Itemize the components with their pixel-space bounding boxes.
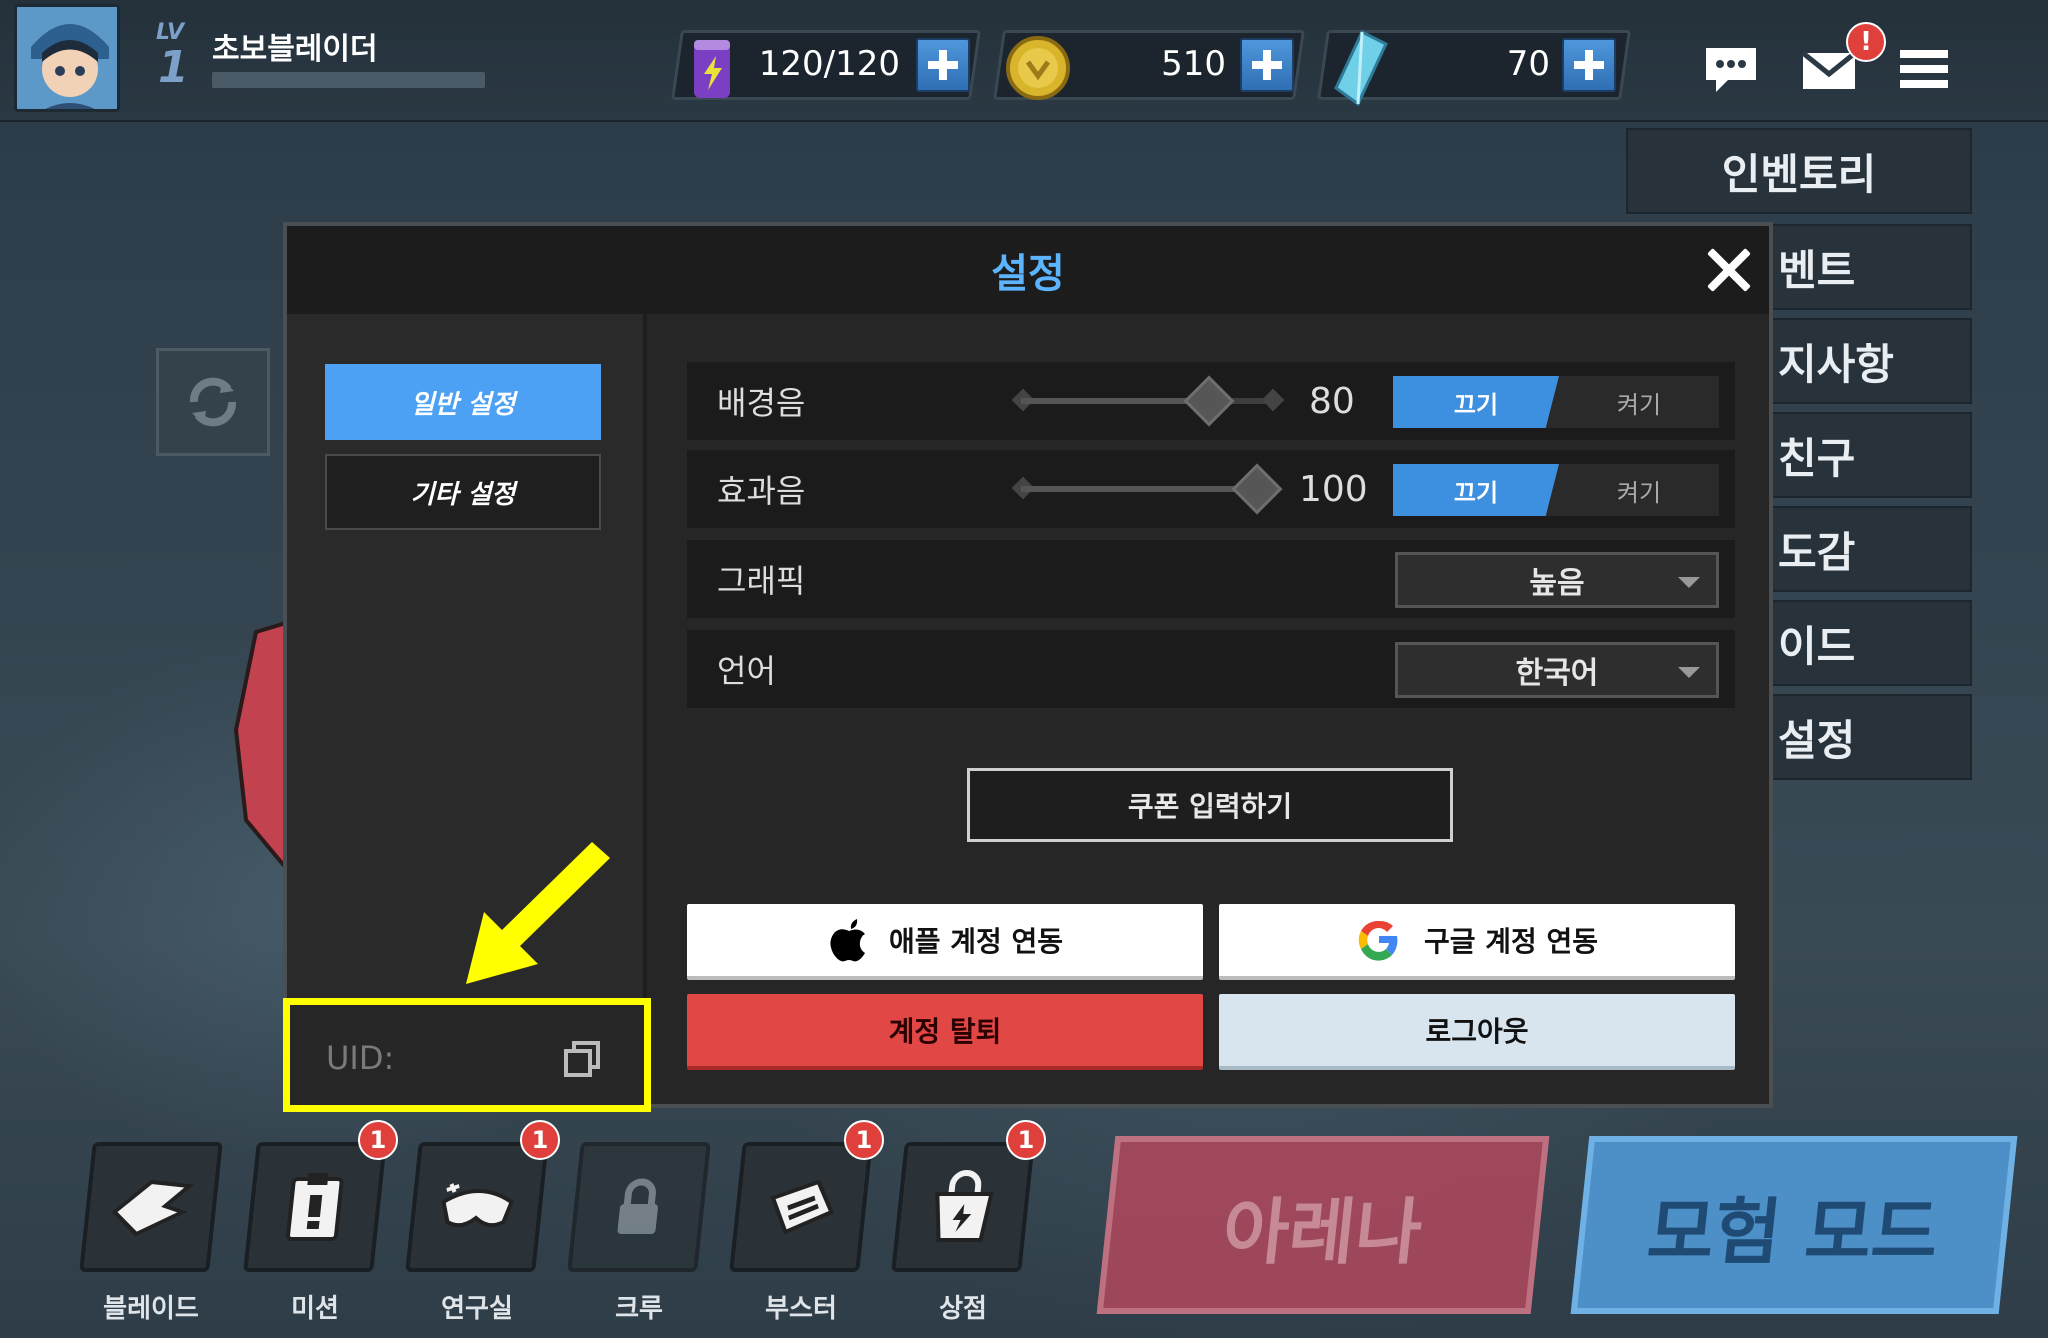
graphics-row: 그래픽 높음 bbox=[687, 540, 1735, 618]
copy-icon[interactable] bbox=[562, 1039, 602, 1079]
nav-lab-button[interactable] bbox=[405, 1142, 549, 1272]
adventure-mode-button[interactable]: 모험 모드 bbox=[1570, 1136, 2018, 1314]
slider-end-cap bbox=[1261, 388, 1285, 412]
lock-icon bbox=[617, 1178, 658, 1234]
sfx-label: 효과음 bbox=[717, 472, 806, 510]
uid-label: UID: bbox=[326, 1039, 395, 1077]
bgm-slider-fill bbox=[1021, 398, 1210, 404]
gold-add-button[interactable] bbox=[1240, 38, 1294, 92]
mail-icon[interactable] bbox=[1800, 50, 1858, 92]
sfx-slider[interactable] bbox=[1011, 463, 1282, 515]
uid-highlight-box: UID: bbox=[283, 998, 651, 1112]
hamburger-menu-icon[interactable] bbox=[1900, 48, 1948, 90]
google-logo-icon bbox=[1358, 920, 1398, 961]
gold-value: 510 bbox=[1161, 44, 1226, 84]
chevron-down-icon bbox=[1678, 667, 1700, 678]
nav-crew-button[interactable] bbox=[567, 1142, 711, 1272]
bgm-slider-knob[interactable] bbox=[1183, 375, 1235, 427]
tab-general-settings[interactable]: 일반 설정 bbox=[325, 364, 601, 440]
language-selected-value: 한국어 bbox=[1515, 656, 1599, 691]
bgm-toggle-on-option[interactable]: 켜기 bbox=[1559, 376, 1719, 428]
bgm-toggle-off-option[interactable]: 끄기 bbox=[1393, 376, 1559, 428]
apple-link-button[interactable]: 애플 계정 연동 bbox=[687, 904, 1203, 980]
nav-mission-label: 미션 bbox=[291, 1294, 339, 1324]
level-value: 1 bbox=[158, 42, 189, 93]
arena-mode-button[interactable]: 아레나 bbox=[1096, 1136, 1550, 1314]
nav-shop-label: 상점 bbox=[939, 1294, 987, 1324]
yellow-arrow-annotation bbox=[466, 842, 610, 984]
tab-other-settings[interactable]: 기타 설정 bbox=[325, 454, 601, 530]
side-menu-inventory[interactable]: 인벤토리 bbox=[1626, 128, 1972, 214]
language-label: 언어 bbox=[717, 652, 776, 690]
refresh-button[interactable] bbox=[156, 348, 270, 456]
energy-add-button[interactable] bbox=[916, 38, 970, 92]
bgm-toggle[interactable]: 끄기 켜기 bbox=[1393, 376, 1719, 428]
lab-badge: 1 bbox=[520, 1120, 560, 1160]
mission-clipboard-icon bbox=[286, 1173, 344, 1241]
xp-bar bbox=[212, 72, 485, 88]
nav-lab-label: 연구실 bbox=[441, 1294, 513, 1324]
nav-crew-label: 크루 bbox=[615, 1294, 663, 1324]
language-row: 언어 한국어 bbox=[687, 630, 1735, 708]
sfx-value: 100 bbox=[1299, 468, 1368, 510]
booster-badge: 1 bbox=[844, 1120, 884, 1160]
coupon-button[interactable]: 쿠폰 입력하기 bbox=[967, 768, 1453, 842]
apple-link-label: 애플 계정 연동 bbox=[888, 925, 1064, 958]
google-link-button[interactable]: 구글 계정 연동 bbox=[1219, 904, 1735, 980]
player-avatar[interactable] bbox=[14, 4, 120, 112]
shop-bag-icon bbox=[935, 1170, 994, 1242]
player-nickname: 초보블레이더 bbox=[212, 32, 378, 67]
chat-icon[interactable] bbox=[1702, 44, 1760, 96]
bgm-slider[interactable] bbox=[1011, 375, 1285, 427]
avatar-portrait bbox=[17, 7, 117, 109]
nav-blade-label: 블레이드 bbox=[103, 1294, 199, 1324]
sfx-toggle-on-option[interactable]: 켜기 bbox=[1559, 464, 1719, 516]
gem-crystal-icon bbox=[1334, 29, 1388, 107]
delete-account-button[interactable]: 계정 탈퇴 bbox=[687, 994, 1203, 1070]
sfx-toggle-off-option[interactable]: 끄기 bbox=[1393, 464, 1559, 516]
logout-button[interactable]: 로그아웃 bbox=[1219, 994, 1735, 1070]
nav-booster-label: 부스터 bbox=[765, 1294, 837, 1324]
sfx-slider-fill bbox=[1021, 486, 1257, 492]
gem-add-button[interactable] bbox=[1562, 38, 1616, 92]
blade-icon bbox=[111, 1179, 195, 1237]
gem-value: 70 bbox=[1506, 44, 1550, 84]
booster-box-icon bbox=[770, 1179, 835, 1235]
graphics-select[interactable]: 높음 bbox=[1395, 552, 1719, 608]
mission-badge: 1 bbox=[358, 1120, 398, 1160]
mail-alert-badge: ! bbox=[1846, 22, 1886, 62]
arena-mode-label: 아레나 bbox=[1218, 1189, 1427, 1274]
gold-coin-icon bbox=[1006, 36, 1070, 100]
lab-goggles-icon bbox=[441, 1183, 514, 1228]
nav-mission-button[interactable] bbox=[243, 1142, 387, 1272]
settings-title: 설정 bbox=[287, 226, 1769, 314]
bgm-row: 배경음 80 끄기 켜기 bbox=[687, 362, 1735, 440]
adventure-mode-label: 모험 모드 bbox=[1643, 1189, 1943, 1274]
sfx-toggle[interactable]: 끄기 켜기 bbox=[1393, 464, 1719, 516]
sfx-slider-knob[interactable] bbox=[1231, 463, 1282, 515]
sfx-row: 효과음 100 끄기 켜기 bbox=[687, 450, 1735, 528]
chevron-down-icon bbox=[1678, 577, 1700, 588]
graphics-label: 그래픽 bbox=[717, 562, 806, 600]
refresh-icon bbox=[189, 377, 237, 427]
energy-can-icon bbox=[694, 40, 730, 98]
graphics-selected-value: 높음 bbox=[1529, 566, 1585, 601]
close-icon[interactable] bbox=[1703, 244, 1755, 296]
energy-value: 120/120 bbox=[758, 44, 900, 84]
language-select[interactable]: 한국어 bbox=[1395, 642, 1719, 698]
bgm-label: 배경음 bbox=[717, 384, 806, 422]
nav-blade-button[interactable] bbox=[79, 1142, 223, 1272]
bgm-value: 80 bbox=[1309, 380, 1355, 422]
nav-booster-button[interactable] bbox=[729, 1142, 873, 1272]
nav-shop-button[interactable] bbox=[891, 1142, 1035, 1272]
shop-badge: 1 bbox=[1006, 1120, 1046, 1160]
google-link-label: 구글 계정 연동 bbox=[1423, 925, 1599, 958]
apple-logo-icon bbox=[830, 919, 865, 962]
